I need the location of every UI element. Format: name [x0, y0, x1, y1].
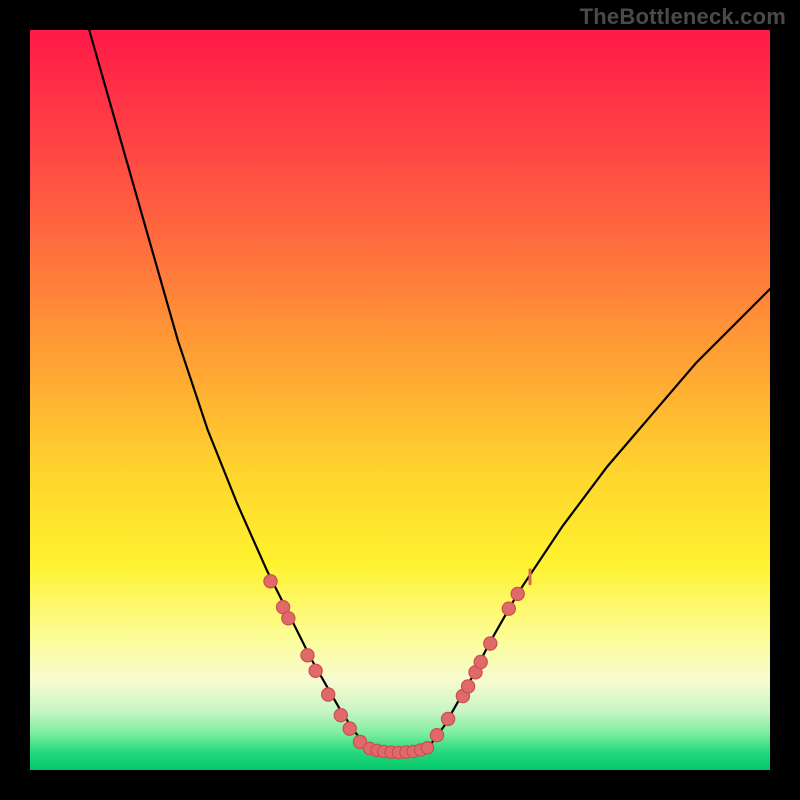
data-point: [462, 680, 475, 693]
data-point: [334, 709, 347, 722]
curve-layer: [30, 30, 770, 770]
data-point: [421, 742, 433, 754]
data-point: [474, 655, 487, 668]
data-point: [322, 688, 335, 701]
data-point: [511, 587, 524, 600]
plot-area: [30, 30, 770, 770]
data-point: [484, 637, 497, 650]
chart-frame: TheBottleneck.com: [0, 0, 800, 800]
data-point: [282, 612, 295, 625]
data-point: [309, 664, 322, 677]
data-point: [442, 712, 455, 725]
watermark-text: TheBottleneck.com: [580, 4, 786, 30]
data-point: [343, 722, 356, 735]
series-right-curve: [428, 289, 770, 748]
curve-paths: [89, 30, 770, 753]
series-left-curve: [89, 30, 369, 748]
highlight-dots: [264, 570, 530, 759]
data-point: [502, 602, 515, 615]
data-point: [264, 575, 277, 588]
data-point: [430, 729, 443, 742]
data-point: [301, 649, 314, 662]
